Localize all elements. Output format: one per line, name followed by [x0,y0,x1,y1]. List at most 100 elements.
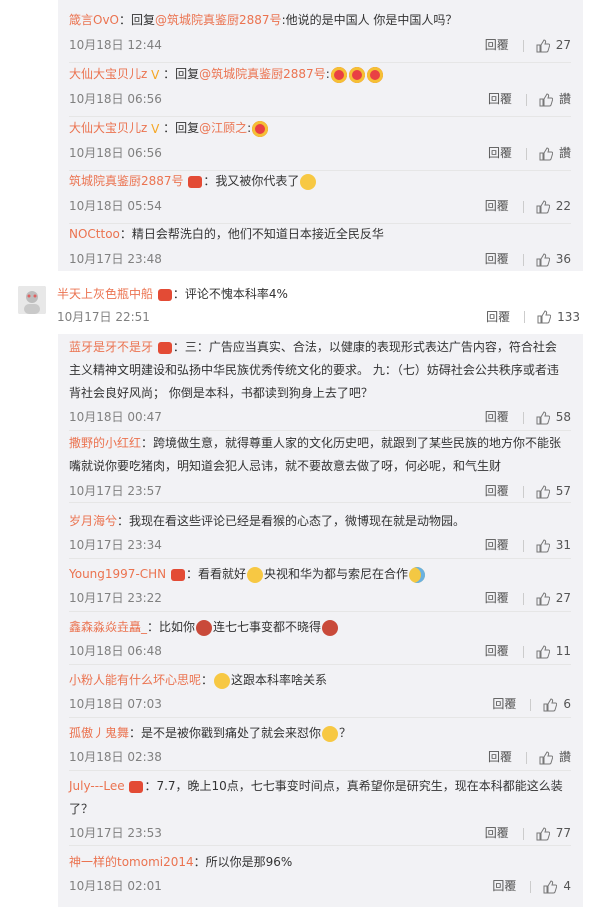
comment-text: ：回复 [163,121,200,135]
timestamp: 10月18日 02:01 [69,879,162,893]
like-count: 讚 [558,92,571,106]
timestamp: 10月18日 06:56 [69,146,162,160]
reply-button[interactable]: 回覆 [485,195,509,218]
reply-button[interactable]: 回覆 [485,34,509,57]
like-button[interactable]: 77 [536,822,571,845]
commenter-name[interactable]: July---Lee [69,779,125,793]
commenter-name[interactable]: 筑城院真鉴厨2887号 [69,174,184,188]
comment-text: :他说的是中国人 你是中国人吗？ [281,13,458,27]
thumbs-up-icon [536,252,550,266]
reply-button[interactable]: 回覆 [492,875,516,898]
heart-eyes-emoji-icon [330,66,347,83]
thumbs-up-icon [536,644,550,658]
commenter-name[interactable]: 大仙大宝贝儿z [69,121,147,135]
like-button[interactable]: 6 [543,693,571,716]
comment-text: 了？ [69,802,94,816]
commenter-name[interactable]: Young1997-CHN [69,567,166,581]
divider [522,200,524,213]
comment-text: ：回复 [119,13,156,27]
mention-link[interactable]: @筑城院真鉴厨2887号 [155,13,282,27]
mention-link[interactable]: @江顾之 [199,121,247,135]
reply-button[interactable]: 回覆 [488,746,512,769]
like-button[interactable]: 27 [536,587,571,610]
commenter-name[interactable]: 孤傲丿鬼舞 [69,726,129,740]
thumbs-up-icon [536,484,550,498]
comment-text: ： [201,673,214,687]
emoji-icon [196,619,213,636]
like-button[interactable]: 讚 [539,746,571,769]
like-button[interactable]: 讚 [539,142,571,165]
like-button[interactable]: 31 [536,534,571,557]
like-count: 133 [557,309,580,324]
reply-button[interactable]: 回覆 [485,640,509,663]
commenter-name[interactable]: 撒野的小红红 [69,436,141,450]
commenter-name[interactable]: 岁月海兮 [69,514,117,528]
commenter-name[interactable]: 箴言OvO [69,13,119,27]
reply-button[interactable]: 回覆 [488,88,512,111]
like-button[interactable]: 133 [537,310,580,324]
like-button[interactable]: 57 [536,480,571,503]
like-count: 31 [555,538,571,552]
list-item: 孤傲丿鬼舞：是不是被你戳到痛处了就会来怼你 ？ 10月18日 02:38 回覆 讚 [69,722,571,771]
reply-button[interactable]: 回覆 [488,142,512,165]
comment-actions: 回覆 133 [486,308,580,325]
like-button[interactable]: 27 [536,34,571,57]
like-button[interactable]: 11 [536,640,571,663]
like-count: 57 [555,484,571,498]
commenter-name[interactable]: 大仙大宝贝儿z [69,67,147,81]
comment-actions: 回覆 57 [485,480,571,503]
list-item: 蓝牙是牙不是牙 ：三：广告应当真实、合法，以健康的表现形式表达广告内容，符合社会… [69,336,571,431]
reply-button[interactable]: 回覆 [485,822,509,845]
divider [69,611,571,612]
timestamp: 10月17日 22:51 [57,310,150,324]
reply-button[interactable]: 回覆 [485,587,509,610]
commenter-name[interactable]: 鑫森淼焱垚矗_ [69,620,147,634]
divider [69,717,571,718]
thumbs-up-icon [539,92,553,106]
comment-actions: 回覆 讚 [488,88,571,111]
like-button[interactable]: 讚 [539,88,571,111]
thumbs-up-icon [539,146,553,160]
list-item: 大仙大宝贝儿z V ：回复@江顾之: 10月18日 06:56 回覆 讚 [69,117,571,171]
avatar[interactable] [18,286,46,314]
divider [522,592,524,605]
mention-link[interactable]: @筑城院真鉴厨2887号 [199,67,326,81]
like-button[interactable]: 58 [536,406,571,429]
like-button[interactable]: 36 [536,248,571,271]
timestamp: 10月17日 23:48 [69,252,162,266]
divider [522,539,524,552]
comment-actions: 回覆 22 [485,195,571,218]
comment-text: ：所以你是那96% [193,855,293,869]
reply-button[interactable]: 回覆 [486,308,510,325]
list-item: 大仙大宝贝儿z V ：回复@筑城院真鉴厨2887号: 10月18日 06:56 回… [69,63,571,117]
commenter-name[interactable]: 神一样的tomomi2014 [69,855,194,869]
commenter-name[interactable]: 半天上灰色瓶中船 [57,287,153,301]
timestamp: 10月18日 05:54 [69,199,162,213]
commenter-name[interactable]: 蓝牙是牙不是牙 [69,340,153,354]
thumbs-up-icon [543,879,558,893]
reply-button[interactable]: 回覆 [485,406,509,429]
list-item: 岁月海兮：我现在看这些评论已经是看猴的心态了，微博现在就是动物园。 10月17日… [69,510,571,559]
comment-text: 主义精神文明建设和弘扬中华民族优秀传统文化的要求。 九：（七）妨碍社会公共秩序或… [69,363,559,377]
heart-eyes-emoji-icon [252,120,269,137]
reply-button[interactable]: 回覆 [485,248,509,271]
like-button[interactable]: 4 [543,875,571,898]
commenter-name[interactable]: 小粉人能有什么坏心思呢 [69,673,201,687]
like-button[interactable]: 22 [536,195,571,218]
divider [522,827,524,840]
comment-actions: 回覆 77 [485,822,571,845]
reply-button[interactable]: 回覆 [492,693,516,716]
comment-text: 嘴就说你要吃猪肉，明知道会犯人忌讳，就不要故意去做了呀，何必呢，和气生财 [69,459,502,473]
comment-actions: 回覆 4 [492,875,571,898]
sub-reply-list: 箴言OvO：回复@筑城院真鉴厨2887号:他说的是中国人 你是中国人吗？ 10月… [58,0,583,271]
reply-button[interactable]: 回覆 [485,534,509,557]
list-item: 鑫森淼焱垚矗_：比如你 连七七事变都不晓得 10月18日 06:48 回覆 11 [69,616,571,665]
divider [522,645,524,658]
divider [530,880,532,893]
member-badge-icon [129,780,144,793]
emoji-icon [322,619,339,636]
comment-thread: 箴言OvO：回复@筑城院真鉴厨2887号:他说的是中国人 你是中国人吗？ 10月… [0,0,600,907]
commenter-name[interactable]: NOCttoo [69,227,120,241]
reply-button[interactable]: 回覆 [485,480,509,503]
thumbs-up-icon [539,750,553,764]
